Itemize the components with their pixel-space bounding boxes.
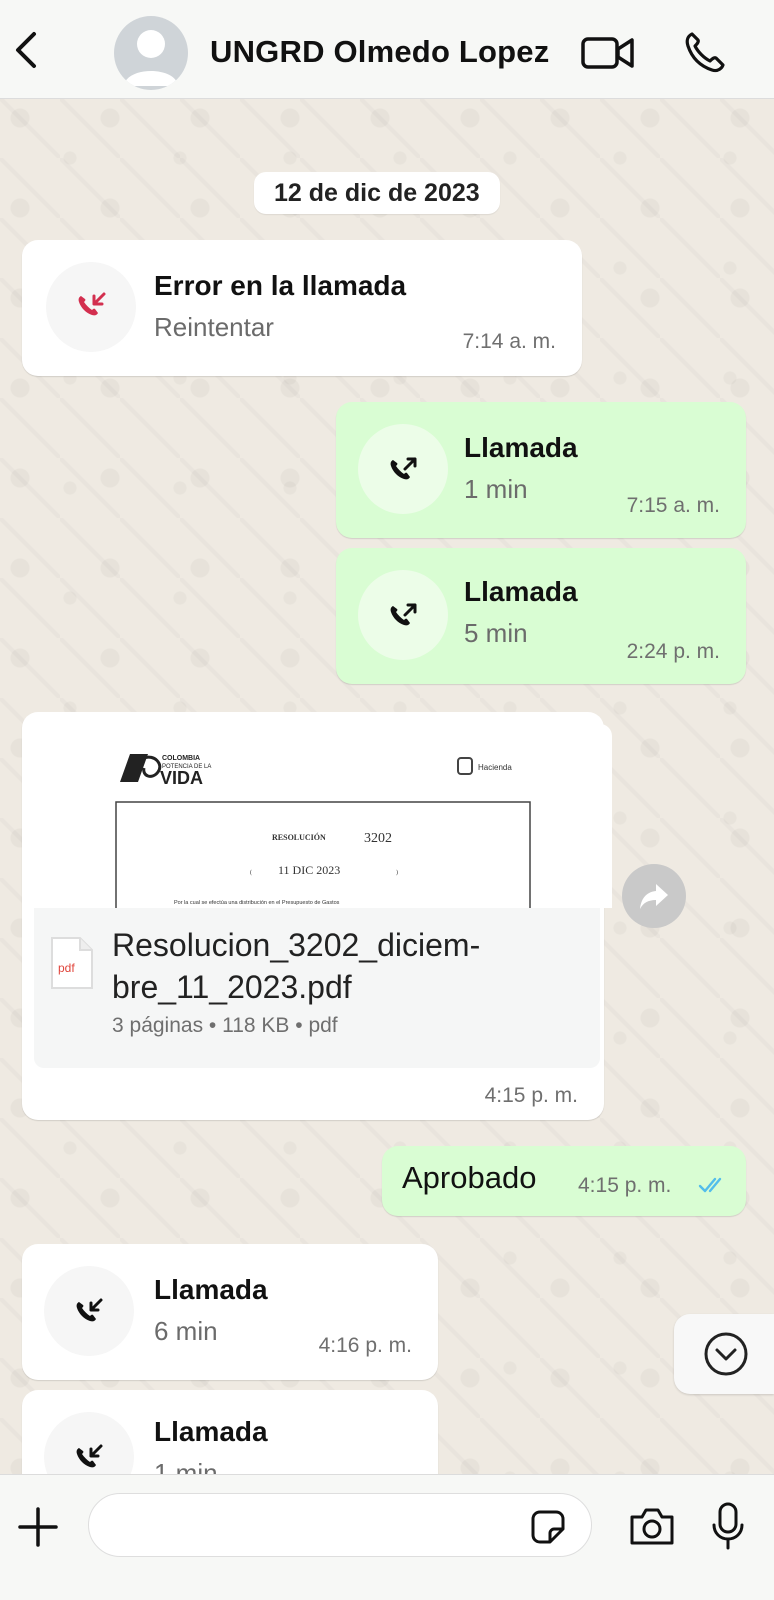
phone-icon[interactable] <box>682 30 726 74</box>
call-duration: 1 min <box>464 474 528 504</box>
hacienda-logo: Hacienda <box>457 757 512 775</box>
call-message-outgoing[interactable]: Llamada 5 min 2:24 p. m. <box>336 548 746 684</box>
camera-icon[interactable] <box>628 1505 676 1547</box>
document-info[interactable]: pdf Resolucion_3202_diciem- bre_11_2023.… <box>34 908 600 1068</box>
forward-button[interactable] <box>622 864 686 928</box>
svg-text:(: ( <box>250 869 252 876</box>
contact-name[interactable]: UNGRD Olmedo Lopez <box>210 34 549 70</box>
call-title: Llamada <box>154 1416 268 1447</box>
sticker-icon[interactable] <box>530 1509 566 1545</box>
message-composer <box>0 1474 774 1600</box>
message-time: 4:16 p. m. <box>318 1334 412 1357</box>
pdf-file-icon: pdf <box>50 936 94 990</box>
document-preview[interactable]: COLOMBIA POTENCIA DE LA VIDA Hacienda RE… <box>34 724 612 908</box>
svg-text:VIDA: VIDA <box>160 768 203 788</box>
call-duration: 6 min <box>154 1316 218 1346</box>
call-retry[interactable]: Reintentar <box>154 312 274 343</box>
svg-text:RESOLUCIÓN: RESOLUCIÓN <box>272 832 326 842</box>
call-message-missed[interactable]: Error en la llamada Reintentar 7:14 a. m… <box>22 240 582 376</box>
svg-text:pdf: pdf <box>58 961 75 975</box>
svg-text:): ) <box>396 869 398 876</box>
message-time: 7:14 a. m. <box>462 330 556 353</box>
call-duration: 5 min <box>464 618 528 648</box>
svg-text:Hacienda: Hacienda <box>478 763 512 772</box>
svg-text:Por la cual se efectúa una dis: Por la cual se efectúa una distribución … <box>174 900 340 906</box>
message-time: 4:15 p. m. <box>578 1174 672 1197</box>
double-check-icon <box>698 1176 728 1194</box>
message-text: Aprobado <box>402 1160 537 1195</box>
call-title: Llamada <box>154 1274 268 1305</box>
call-title: Llamada <box>464 432 578 463</box>
svg-text:11 DIC 2023: 11 DIC 2023 <box>278 863 340 877</box>
document-file-name: Resolucion_3202_diciem- bre_11_2023.pdf <box>112 927 481 1005</box>
document-message[interactable]: COLOMBIA POTENCIA DE LA VIDA Hacienda RE… <box>22 712 612 1120</box>
call-message-outgoing[interactable]: Llamada 1 min 7:15 a. m. <box>336 402 746 538</box>
outgoing-call-icon <box>358 570 448 660</box>
svg-text:COLOMBIA: COLOMBIA <box>162 755 200 762</box>
missed-call-icon <box>46 262 136 352</box>
plus-icon[interactable] <box>16 1505 60 1549</box>
incoming-call-icon <box>44 1266 134 1356</box>
svg-text:3202: 3202 <box>364 831 392 846</box>
message-time: 4:15 p. m. <box>484 1084 578 1107</box>
outgoing-call-icon <box>358 424 448 514</box>
message-time: 2:24 p. m. <box>626 640 720 663</box>
call-title: Error en la llamada <box>154 270 407 301</box>
chat-header: UNGRD Olmedo Lopez <box>0 0 774 99</box>
chevron-left-icon[interactable] <box>8 26 48 74</box>
video-camera-icon[interactable] <box>580 34 636 72</box>
message-time: 7:15 a. m. <box>626 494 720 517</box>
chat-screen: UNGRD Olmedo Lopez 12 de dic de 2023 Err… <box>0 0 774 1600</box>
colombia-logo: COLOMBIA POTENCIA DE LA VIDA <box>120 754 211 788</box>
text-message-outgoing[interactable]: Aprobado 4:15 p. m. <box>382 1146 746 1216</box>
avatar[interactable] <box>114 16 188 90</box>
document-meta: 3 páginas • 118 KB • pdf <box>112 1014 338 1037</box>
scroll-to-bottom-button[interactable] <box>674 1314 774 1394</box>
call-message-incoming[interactable]: Llamada 6 min 4:16 p. m. <box>22 1244 438 1380</box>
date-separator: 12 de dic de 2023 <box>254 172 500 214</box>
microphone-icon[interactable] <box>710 1501 746 1551</box>
call-title: Llamada <box>464 576 578 607</box>
message-input[interactable] <box>88 1493 592 1557</box>
